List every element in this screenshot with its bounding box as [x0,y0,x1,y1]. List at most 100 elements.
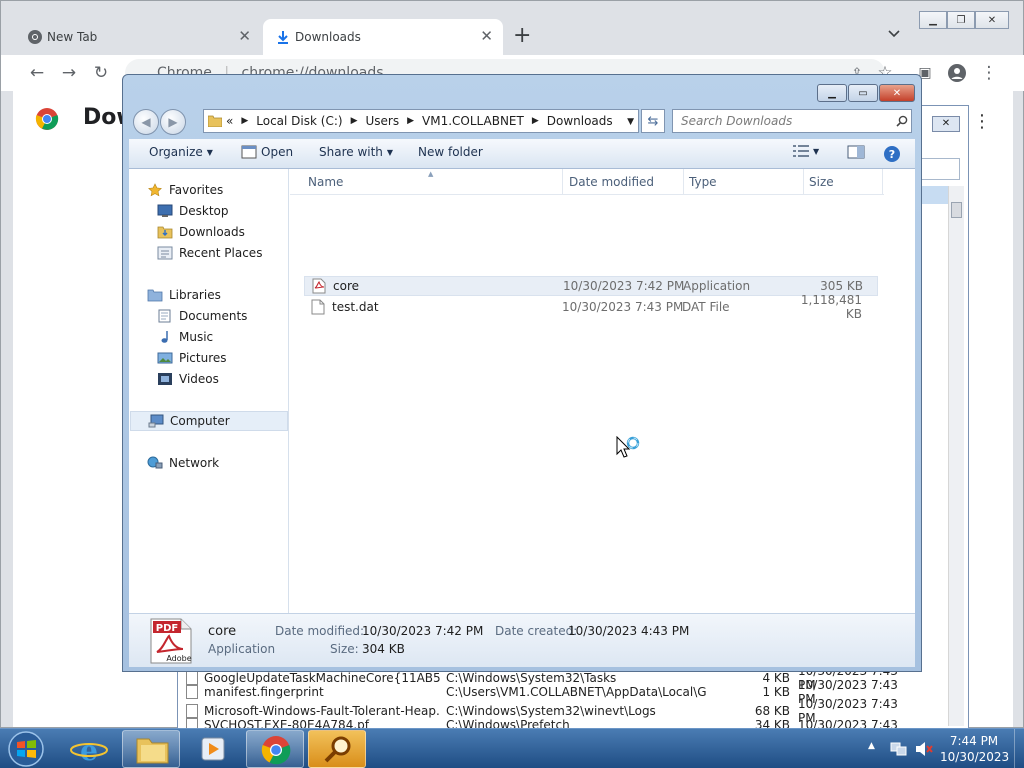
organize-label: Organize [149,145,203,159]
close-button[interactable]: ✕ [879,84,915,102]
breadcrumb-separator-icon[interactable]: ▶ [241,116,248,126]
breadcrumb-overflow[interactable]: « [226,114,233,128]
tab-new-tab[interactable]: New Tab ✕ [15,19,261,55]
address-bar[interactable]: « ▶ Local Disk (C:) ▶ Users ▶ VM1.COLLAB… [203,109,639,133]
libraries-icon [147,289,163,302]
more-vert-icon[interactable]: ⋮ [973,111,991,132]
column-divider[interactable] [683,169,684,195]
show-hidden-icons-icon[interactable]: ▲ [868,741,875,751]
taskbar-chrome[interactable] [246,730,304,768]
close-button[interactable]: ✕ [975,11,1009,29]
tab-close-icon[interactable]: ✕ [480,28,493,44]
file-date: 10/30/2023 7:42 PM [563,279,685,293]
column-header-size[interactable]: Size [809,175,834,189]
item-path: C:\Windows\System32\winevt\Logs [446,703,656,718]
nav-label: Videos [179,372,219,386]
taskbar-search-tool[interactable] [308,730,366,768]
downloads-folder-icon [157,226,173,239]
chevron-down-icon: ▼ [813,146,820,156]
scrollbar-thumb[interactable] [951,202,962,218]
search-input[interactable] [916,158,960,180]
folder-icon [208,115,222,127]
windows-start-icon[interactable] [6,730,46,768]
breadcrumb-separator-icon[interactable]: ▶ [351,116,358,126]
item-size: 68 KB [754,703,790,718]
breadcrumb-separator-icon[interactable]: ▶ [407,116,414,126]
preview-pane-button[interactable] [847,145,865,159]
organize-button[interactable]: Organize ▼ [149,145,213,159]
column-divider[interactable] [562,169,563,195]
nav-label: Documents [179,309,248,323]
nav-label: Network [169,456,220,470]
nav-label: Computer [170,414,230,428]
open-button[interactable]: Open [241,145,293,159]
help-button[interactable]: ? [883,145,901,163]
column-divider[interactable] [882,169,883,195]
back-arrow-icon[interactable]: ← [27,63,47,83]
show-desktop-button[interactable] [1014,729,1024,768]
list-item[interactable]: SVCHOST.EXE-80E4A784.pf C:\Windows\Prefe… [186,718,946,728]
tab-downloads[interactable]: Downloads ✕ [263,19,503,55]
taskbar-media-player[interactable] [184,730,242,768]
adobe-brand-text: Adobe [166,654,191,663]
column-divider[interactable] [803,169,804,195]
file-name-cell: core [311,278,359,294]
reload-icon[interactable]: ↻ [91,63,111,83]
column-header-type[interactable]: Type [689,175,717,189]
file-name-cell: test.dat [310,299,379,315]
breadcrumb-users[interactable]: Users [365,114,399,128]
address-dropdown-icon[interactable]: ▼ [627,117,634,127]
minimize-button[interactable]: ▁ [817,84,847,102]
taskbar-internet-explorer[interactable]: e [60,730,118,768]
profile-avatar-icon[interactable] [947,63,967,83]
back-button[interactable]: ◀ [133,109,159,135]
file-size: 305 KB [820,279,863,293]
nav-libraries[interactable]: Libraries [147,285,305,305]
column-header-date[interactable]: Date modified [569,175,654,189]
volume-muted-icon[interactable] [914,741,934,757]
breadcrumb-local-disk[interactable]: Local Disk (C:) [256,114,342,128]
nav-computer[interactable]: Computer [130,411,288,431]
taskbar-explorer[interactable] [122,730,180,768]
chevron-down-icon: ▼ [386,147,394,157]
close-button[interactable]: ✕ [932,116,960,132]
vertical-scrollbar[interactable] [948,186,964,726]
chrome-menu-icon[interactable]: ⋮ [979,63,999,83]
share-with-button[interactable]: Share with ▼ [319,145,393,159]
chrome-icon [28,30,42,44]
clock-time: 7:44 PM [949,734,999,748]
details-modified-label: Date modified: [275,624,365,638]
network-tray-icon[interactable] [890,741,908,757]
details-file-kind: Application [208,642,276,656]
nav-label: Favorites [169,183,224,197]
maximize-button[interactable]: ❐ [947,11,975,29]
new-tab-plus-icon[interactable]: + [513,23,531,49]
search-icon[interactable] [896,115,908,127]
minimize-button[interactable]: ▁ [919,11,947,29]
file-name: core [333,279,359,293]
window-caption[interactable]: ▁ ▭ ✕ [123,75,921,107]
breadcrumb-downloads[interactable]: Downloads [547,114,613,128]
open-icon [241,145,257,159]
item-date: 10/30/2023 7:43 PM [798,718,898,728]
change-view-button[interactable]: ▼ [793,145,819,157]
search-input[interactable]: Search Downloads [672,109,912,133]
nav-network[interactable]: Network [147,453,305,473]
breadcrumb-separator-icon[interactable]: ▶ [532,116,539,126]
nav-favorites[interactable]: Favorites [147,180,305,200]
forward-button[interactable]: ▶ [160,109,186,135]
documents-icon [158,309,171,323]
column-header-name[interactable]: Name [308,175,343,189]
new-folder-button[interactable]: New folder [418,145,483,159]
maximize-button[interactable]: ▭ [848,84,878,102]
file-row-test-dat[interactable]: test.dat 10/30/2023 7:43 PM DAT File 1,1… [304,293,878,321]
breadcrumb-vm1[interactable]: VM1.COLLABNET [422,114,524,128]
chrome-icon [261,736,291,765]
refresh-icon[interactable]: ⇆ [641,109,665,133]
system-clock[interactable]: 7:44 PM 10/30/2023 [940,733,1009,765]
details-created-value: 10/30/2023 4:43 PM [568,624,690,638]
file-icon [186,718,198,728]
forward-arrow-icon[interactable]: → [59,63,79,83]
chevron-down-icon[interactable] [887,27,901,41]
tab-close-icon[interactable]: ✕ [238,28,251,44]
